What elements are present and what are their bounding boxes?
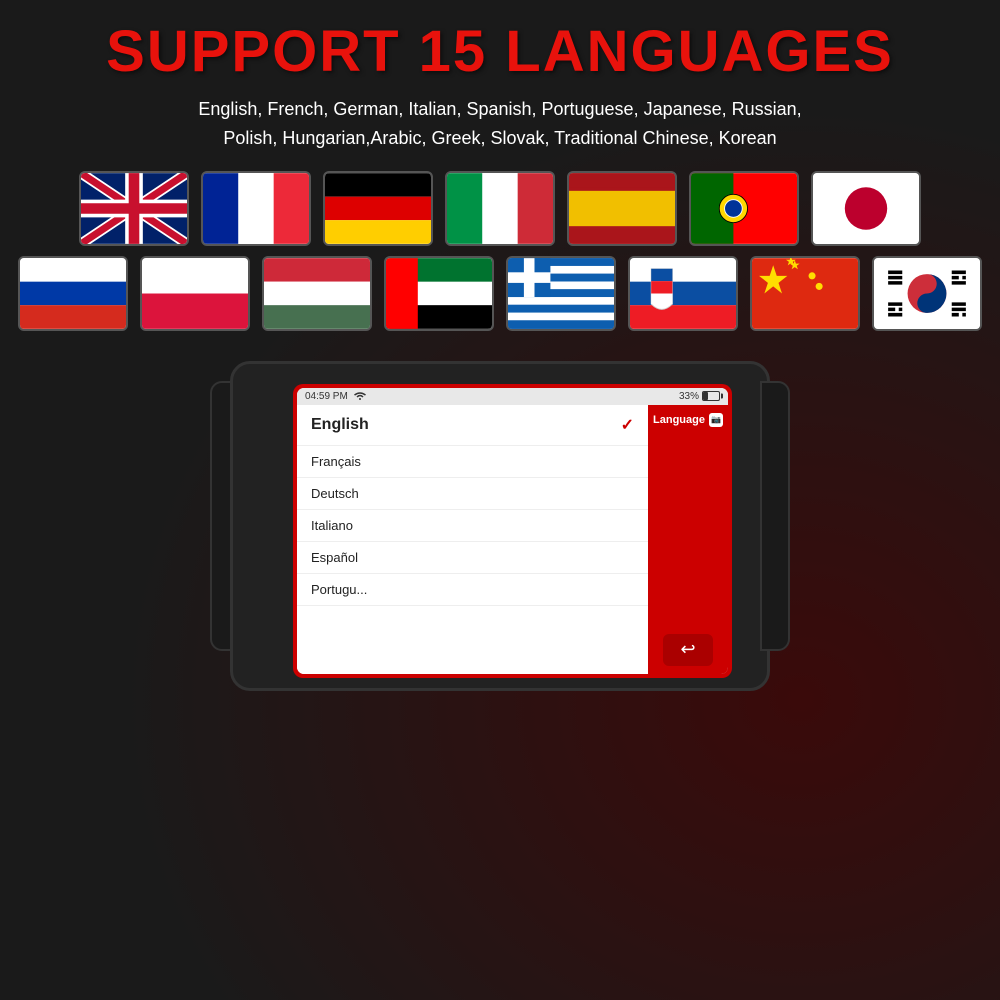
screen-body: English ✓ Français Deutsch	[297, 405, 728, 674]
lang-item-portuguese[interactable]: Portugu...	[297, 574, 648, 606]
lang-label-spanish: Español	[311, 550, 358, 565]
flag-germany	[323, 171, 433, 246]
device-handle-right	[760, 381, 790, 651]
back-button[interactable]: ↩	[663, 634, 713, 666]
lang-item-english[interactable]: English ✓	[297, 405, 648, 446]
camera-icon: 📷	[709, 413, 723, 427]
flags-row-1	[79, 171, 921, 246]
battery-percent: 33%	[679, 391, 699, 402]
languages-description: English, French, German, Italian, Spanis…	[198, 95, 801, 153]
lang-label-german: Deutsch	[311, 486, 359, 501]
flag-france	[201, 171, 311, 246]
lang-item-italian[interactable]: Italiano	[297, 510, 648, 542]
device-section: THINKSCAN 04:59 PM	[30, 351, 970, 691]
lang-item-french[interactable]: Français	[297, 446, 648, 478]
check-mark: ✓	[621, 415, 634, 435]
wifi-icon	[353, 391, 367, 401]
lang-label-english: English	[311, 416, 369, 434]
lang-label-italian: Italiano	[311, 518, 353, 533]
diagnostic-device: THINKSCAN 04:59 PM	[210, 351, 790, 691]
side-panel: Language 📷 ↩	[648, 405, 728, 674]
flags-row-2	[18, 256, 982, 331]
flag-korea	[872, 256, 982, 331]
side-panel-header: Language 📷	[653, 413, 723, 427]
lang-label-french: Français	[311, 454, 361, 469]
lang-item-spanish[interactable]: Español	[297, 542, 648, 574]
status-bar-left: 04:59 PM	[305, 391, 367, 402]
screen-frame: 04:59 PM 33%	[293, 384, 732, 678]
flag-poland	[140, 256, 250, 331]
status-bar-right: 33%	[679, 391, 720, 402]
flag-uae	[384, 256, 494, 331]
status-bar: 04:59 PM 33%	[297, 388, 728, 405]
flag-japan	[811, 171, 921, 246]
flag-hungary	[262, 256, 372, 331]
flag-greece	[506, 256, 616, 331]
battery-icon	[702, 391, 720, 401]
lang-item-german[interactable]: Deutsch	[297, 478, 648, 510]
flag-portugal	[689, 171, 799, 246]
device-body: 04:59 PM 33%	[230, 361, 770, 691]
page-title: SUPPORT 15 LANGUAGES	[106, 18, 894, 85]
clock: 04:59 PM	[305, 391, 348, 402]
flag-slovakia	[628, 256, 738, 331]
flag-china	[750, 256, 860, 331]
flag-uk	[79, 171, 189, 246]
main-content: SUPPORT 15 LANGUAGES English, French, Ge…	[0, 0, 1000, 1000]
lang-label-portuguese: Portugu...	[311, 582, 367, 597]
language-header-label: Language	[653, 414, 705, 426]
language-list-panel: English ✓ Français Deutsch	[297, 405, 648, 674]
flag-spain	[567, 171, 677, 246]
flag-russia	[18, 256, 128, 331]
device-screen: 04:59 PM 33%	[297, 388, 728, 674]
flag-italy	[445, 171, 555, 246]
